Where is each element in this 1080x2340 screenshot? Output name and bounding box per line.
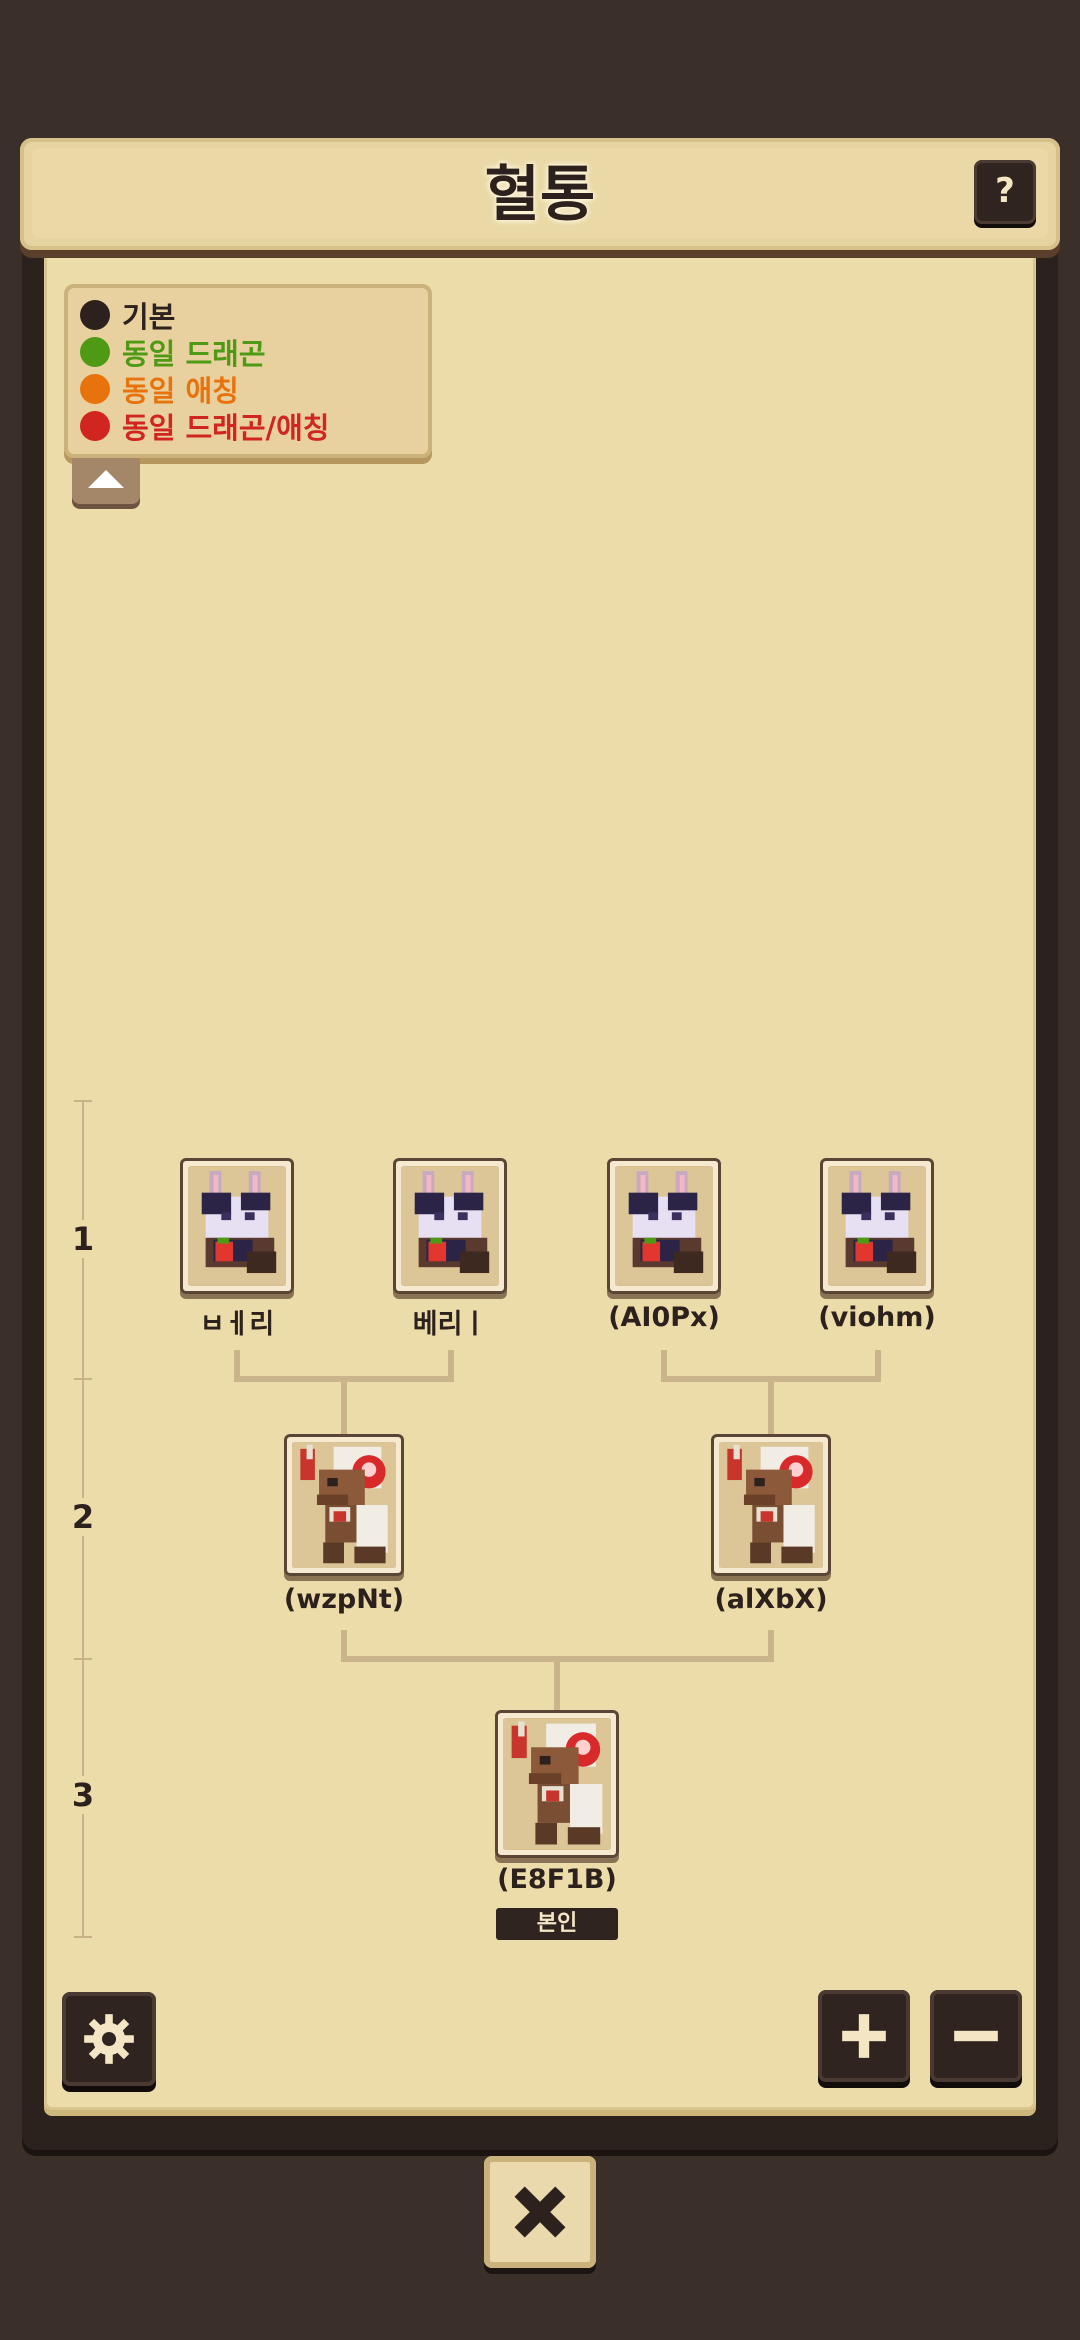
dragon-name: ㅂㅔ리 [199,1309,275,1340]
gear-icon [84,2014,134,2064]
plus-icon [842,2014,886,2058]
legend-label: 동일 애칭 [122,373,239,408]
close-button[interactable] [484,2156,596,2268]
dragon-name: (AI0Px) [608,1302,720,1333]
zoom-in-button[interactable] [818,1990,910,2082]
dragon-portrait [828,1166,926,1286]
dragon-card[interactable] [820,1158,934,1294]
help-button[interactable]: ? [974,160,1036,224]
legend-item-same-both: 동일 드래곤/애칭 [80,407,416,445]
page-title: 혈통 [484,160,596,230]
dragon-card[interactable] [393,1158,507,1294]
close-icon [514,2186,566,2238]
legend-dot-dark [80,299,110,330]
dragon-card[interactable] [607,1158,721,1294]
dragon-name: (alXbX) [714,1584,828,1615]
dragon-name: 베리ㅣ [412,1309,488,1340]
dragon-card[interactable] [180,1158,294,1294]
chevron-up-icon [88,470,124,488]
dragon-portrait [292,1442,396,1568]
legend-item-basic: 기본 [80,296,416,334]
legend-dot-red [80,410,110,441]
legend-label: 동일 드래곤 [122,336,266,371]
dragon-card[interactable] [284,1434,404,1576]
lineage-screen: 혈통 ? 기본 동일 드래곤 동일 애칭 동일 드래곤/애칭 1 2 3 ㅂㅔ리… [0,0,1080,2340]
minus-icon [954,2030,998,2042]
dragon-portrait [188,1166,286,1286]
legend-label: 동일 드래곤/애칭 [122,410,330,445]
legend-collapse-button[interactable] [72,458,140,504]
legend-panel: 기본 동일 드래곤 동일 애칭 동일 드래곤/애칭 [64,284,432,458]
self-badge: 본인 [496,1908,618,1940]
legend-item-same-nickname: 동일 애칭 [80,370,416,408]
legend-dot-orange [80,373,110,404]
dragon-card-self[interactable] [495,1710,619,1858]
legend-item-same-dragon: 동일 드래곤 [80,333,416,371]
dragon-name: (viohm) [818,1302,936,1333]
dragon-portrait [401,1166,499,1286]
dragon-portrait [503,1718,611,1850]
legend-dot-green [80,336,110,367]
dragon-name: (wzpNt) [283,1584,405,1615]
generation-label-2: 2 [60,1498,106,1536]
dragon-portrait [719,1442,823,1568]
dragon-portrait [615,1166,713,1286]
legend-label: 기본 [122,299,176,334]
dragon-name: (E8F1B) [497,1864,617,1895]
generation-label-3: 3 [60,1776,106,1814]
zoom-out-button[interactable] [930,1990,1022,2082]
settings-button[interactable] [62,1992,156,2086]
generation-label-1: 1 [60,1220,106,1258]
dragon-card[interactable] [711,1434,831,1576]
